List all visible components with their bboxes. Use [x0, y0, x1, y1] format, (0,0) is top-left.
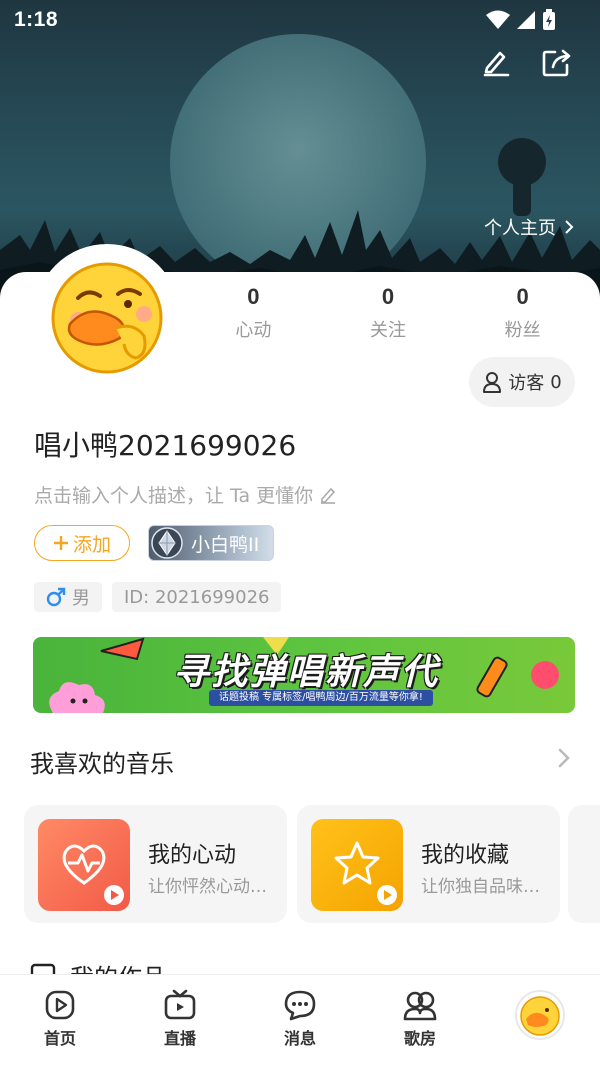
- nav-rooms[interactable]: 歌房: [360, 975, 480, 1066]
- diamond-level-icon: [151, 527, 183, 559]
- add-tag-label: 添加: [72, 533, 111, 556]
- share-icon: [542, 49, 571, 77]
- my-favorites-title: 我的收藏: [421, 843, 510, 868]
- my-likes-subtitle: 让你怦然心动…: [148, 877, 267, 897]
- level-badge-label: 小白鸭II: [191, 533, 260, 556]
- nav-home[interactable]: 首页: [0, 975, 120, 1066]
- chevron-right-icon: [558, 748, 570, 768]
- personal-homepage-label: 个人主页: [484, 218, 556, 239]
- male-icon: [46, 587, 66, 607]
- banner-title: 寻找弹唱新声代: [173, 652, 440, 693]
- more-music-card[interactable]: [568, 805, 600, 923]
- avatar[interactable]: [34, 244, 180, 390]
- play-circle-icon: [45, 990, 75, 1020]
- user-id-chip[interactable]: ID: 2021699026: [112, 582, 282, 612]
- bottom-nav: 首页 直播 消息 歌房: [0, 974, 600, 1066]
- visitor-icon: [483, 372, 502, 393]
- chat-bubble-icon: [284, 990, 316, 1021]
- stat-following[interactable]: 0 关注: [321, 284, 456, 342]
- duck-avatar-icon: [51, 262, 163, 374]
- level-badge[interactable]: 小白鸭II: [148, 525, 275, 561]
- nav-profile[interactable]: [480, 975, 600, 1066]
- status-icons: [486, 9, 556, 31]
- stat-following-label: 关注: [370, 320, 406, 341]
- status-bar: 1:18: [0, 0, 600, 40]
- gender-chip: 男: [34, 582, 102, 612]
- nav-messages[interactable]: 消息: [240, 975, 360, 1066]
- stat-likes[interactable]: 0 心动: [186, 284, 321, 342]
- banner-subtitle: 话题投稿 专属标签/唱鸭周边/百万流量等你拿!: [209, 690, 433, 706]
- visitors-label: 访客: [508, 373, 545, 394]
- nav-live-label: 直播: [163, 1029, 196, 1048]
- visitors-button[interactable]: 访客 0: [469, 357, 575, 407]
- edit-profile-button[interactable]: [478, 44, 514, 80]
- personal-homepage-link[interactable]: 个人主页: [484, 214, 574, 240]
- nav-messages-label: 消息: [283, 1029, 316, 1048]
- tags-row: 添加 小白鸭II: [34, 525, 275, 561]
- profile-avatar-icon: [515, 990, 565, 1040]
- promo-banner[interactable]: 寻找弹唱新声代 话题投稿 专属标签/唱鸭周边/百万流量等你拿!: [33, 637, 575, 713]
- my-likes-title: 我的心动: [148, 843, 237, 868]
- stat-likes-label: 心动: [235, 320, 272, 341]
- stat-following-value: 0: [381, 284, 395, 309]
- signal-icon: [517, 11, 535, 29]
- visitors-count: 0: [550, 371, 562, 393]
- stat-fans[interactable]: 0 粉丝: [455, 284, 590, 342]
- profile-info-row: 男 ID: 2021699026: [34, 582, 282, 612]
- star-icon: [311, 819, 403, 911]
- my-likes-card[interactable]: 我的心动 让你怦然心动…: [24, 805, 287, 923]
- heart-pulse-icon: [38, 819, 130, 911]
- share-button[interactable]: [539, 44, 575, 80]
- pencil-icon: [483, 51, 510, 77]
- status-time: 1:18: [14, 8, 59, 31]
- gender-label: 男: [72, 588, 90, 609]
- bio-field[interactable]: 点击输入个人描述，让 Ta 更懂你: [34, 481, 337, 508]
- wifi-icon: [486, 10, 510, 29]
- stat-fans-value: 0: [516, 284, 529, 309]
- stat-fans-label: 粉丝: [504, 320, 541, 341]
- music-cards: 我的心动 让你怦然心动… 我的收藏 让你独自品味…: [24, 805, 600, 925]
- bio-placeholder: 点击输入个人描述，让 Ta 更懂你: [34, 485, 314, 507]
- my-favorites-subtitle: 让你独自品味…: [421, 877, 540, 897]
- profile-stats: 0 心动 0 关注 0 粉丝: [186, 284, 590, 342]
- music-section-title: 我喜欢的音乐: [30, 750, 174, 778]
- people-icon: [403, 991, 437, 1021]
- chevron-right-icon: [565, 220, 574, 234]
- stat-likes-value: 0: [247, 284, 260, 309]
- plus-icon: [53, 536, 68, 550]
- nav-home-label: 首页: [43, 1029, 76, 1048]
- add-tag-button[interactable]: 添加: [34, 525, 130, 561]
- user-id-label: ID: 2021699026: [124, 586, 270, 608]
- tv-icon: [164, 989, 196, 1020]
- username: 唱小鸭2021699026: [34, 429, 297, 462]
- my-favorites-card[interactable]: 我的收藏 让你独自品味…: [297, 805, 560, 923]
- nav-live[interactable]: 直播: [120, 975, 240, 1066]
- music-section-more[interactable]: [558, 748, 570, 772]
- battery-icon: [543, 9, 555, 30]
- nav-rooms-label: 歌房: [403, 1029, 436, 1048]
- edit-bio-icon: [321, 487, 336, 504]
